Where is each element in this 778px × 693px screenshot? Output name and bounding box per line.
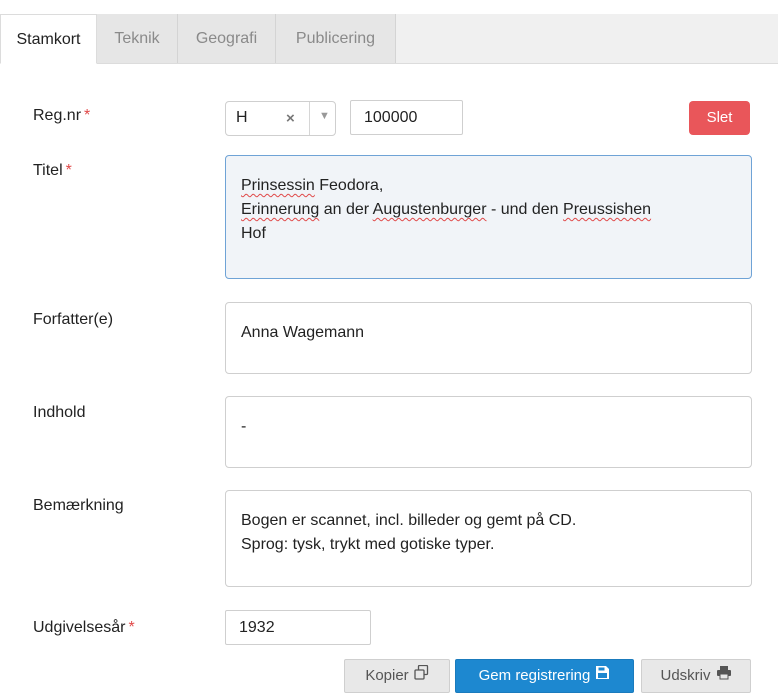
copy-button[interactable]: Kopier — [344, 659, 450, 693]
tab-bar: Stamkort Teknik Geografi Publicering — [0, 0, 778, 64]
caret-down-icon[interactable]: ▼ — [319, 110, 330, 122]
udgivelsesaar-input[interactable]: 1932 — [225, 610, 371, 645]
bemaerkning-line-2: Sprog: tysk, trykt med gotiske typer. — [241, 536, 495, 553]
spell-error: Augustenburger — [372, 201, 487, 218]
print-button-label: Udskriv — [660, 667, 711, 684]
required-mark: * — [84, 107, 91, 124]
delete-button[interactable]: Slet — [689, 101, 750, 135]
clear-icon[interactable]: × — [286, 110, 295, 127]
udgivelsesaar-label: Udgivelsesår * — [33, 619, 135, 637]
copy-button-label: Kopier — [365, 667, 409, 684]
regnr-label: Reg.nr * — [33, 107, 90, 125]
indhold-label: Indhold — [33, 404, 86, 421]
forfatter-value: Anna Wagemann — [241, 324, 365, 341]
udgivelsesaar-label-text: Udgivelsesår — [33, 619, 126, 636]
indhold-textarea[interactable]: - — [225, 396, 752, 468]
regnr-prefix-select[interactable]: H × ▼ — [225, 101, 336, 136]
floppy-disk-icon — [595, 660, 610, 692]
tab-teknik[interactable]: Teknik — [97, 14, 178, 63]
spell-error: Erinnerung — [241, 201, 320, 218]
tab-stamkort[interactable]: Stamkort — [0, 14, 97, 64]
indhold-value: - — [241, 418, 247, 435]
bemaerkning-line-1: Bogen er scannet, incl. billeder og gemt… — [241, 512, 577, 529]
tab-publicering[interactable]: Publicering — [276, 14, 396, 63]
save-button[interactable]: Gem registrering — [455, 659, 634, 693]
titel-textarea[interactable]: Prinsessin Feodora, Erinnerung an der Au… — [225, 155, 752, 279]
select-divider — [309, 102, 310, 135]
regnr-number-input[interactable]: 100000 — [350, 100, 463, 135]
forfatter-textarea[interactable]: Anna Wagemann — [225, 302, 752, 374]
bemaerkning-textarea[interactable]: Bogen er scannet, incl. billeder og gemt… — [225, 490, 752, 587]
text-fragment: Feodora, — [314, 177, 384, 194]
titel-label-text: Titel — [33, 162, 63, 179]
copy-icon — [414, 660, 429, 692]
titel-line-1: Prinsessin Feodora, — [241, 174, 736, 198]
text-fragment: an der — [319, 201, 373, 218]
regnr-label-text: Reg.nr — [33, 107, 82, 124]
text-fragment: - und den — [486, 201, 564, 218]
bemaerkning-label: Bemærkning — [33, 497, 124, 514]
tab-geografi[interactable]: Geografi — [178, 14, 276, 63]
forfatter-label: Forfatter(e) — [33, 311, 114, 328]
required-mark: * — [65, 162, 72, 179]
save-button-label: Gem registrering — [478, 667, 591, 684]
printer-icon — [716, 660, 732, 692]
titel-label: Titel * — [33, 162, 72, 180]
spell-error: Preussishen — [563, 201, 652, 218]
titel-line-2: Erinnerung an der Augustenburger - und d… — [241, 198, 736, 222]
regnr-prefix-value: H — [236, 109, 248, 126]
required-mark: * — [128, 619, 135, 636]
print-button[interactable]: Udskriv — [641, 659, 751, 693]
titel-line-3: Hof — [241, 225, 266, 242]
spell-error: Prinsessin — [241, 177, 315, 194]
